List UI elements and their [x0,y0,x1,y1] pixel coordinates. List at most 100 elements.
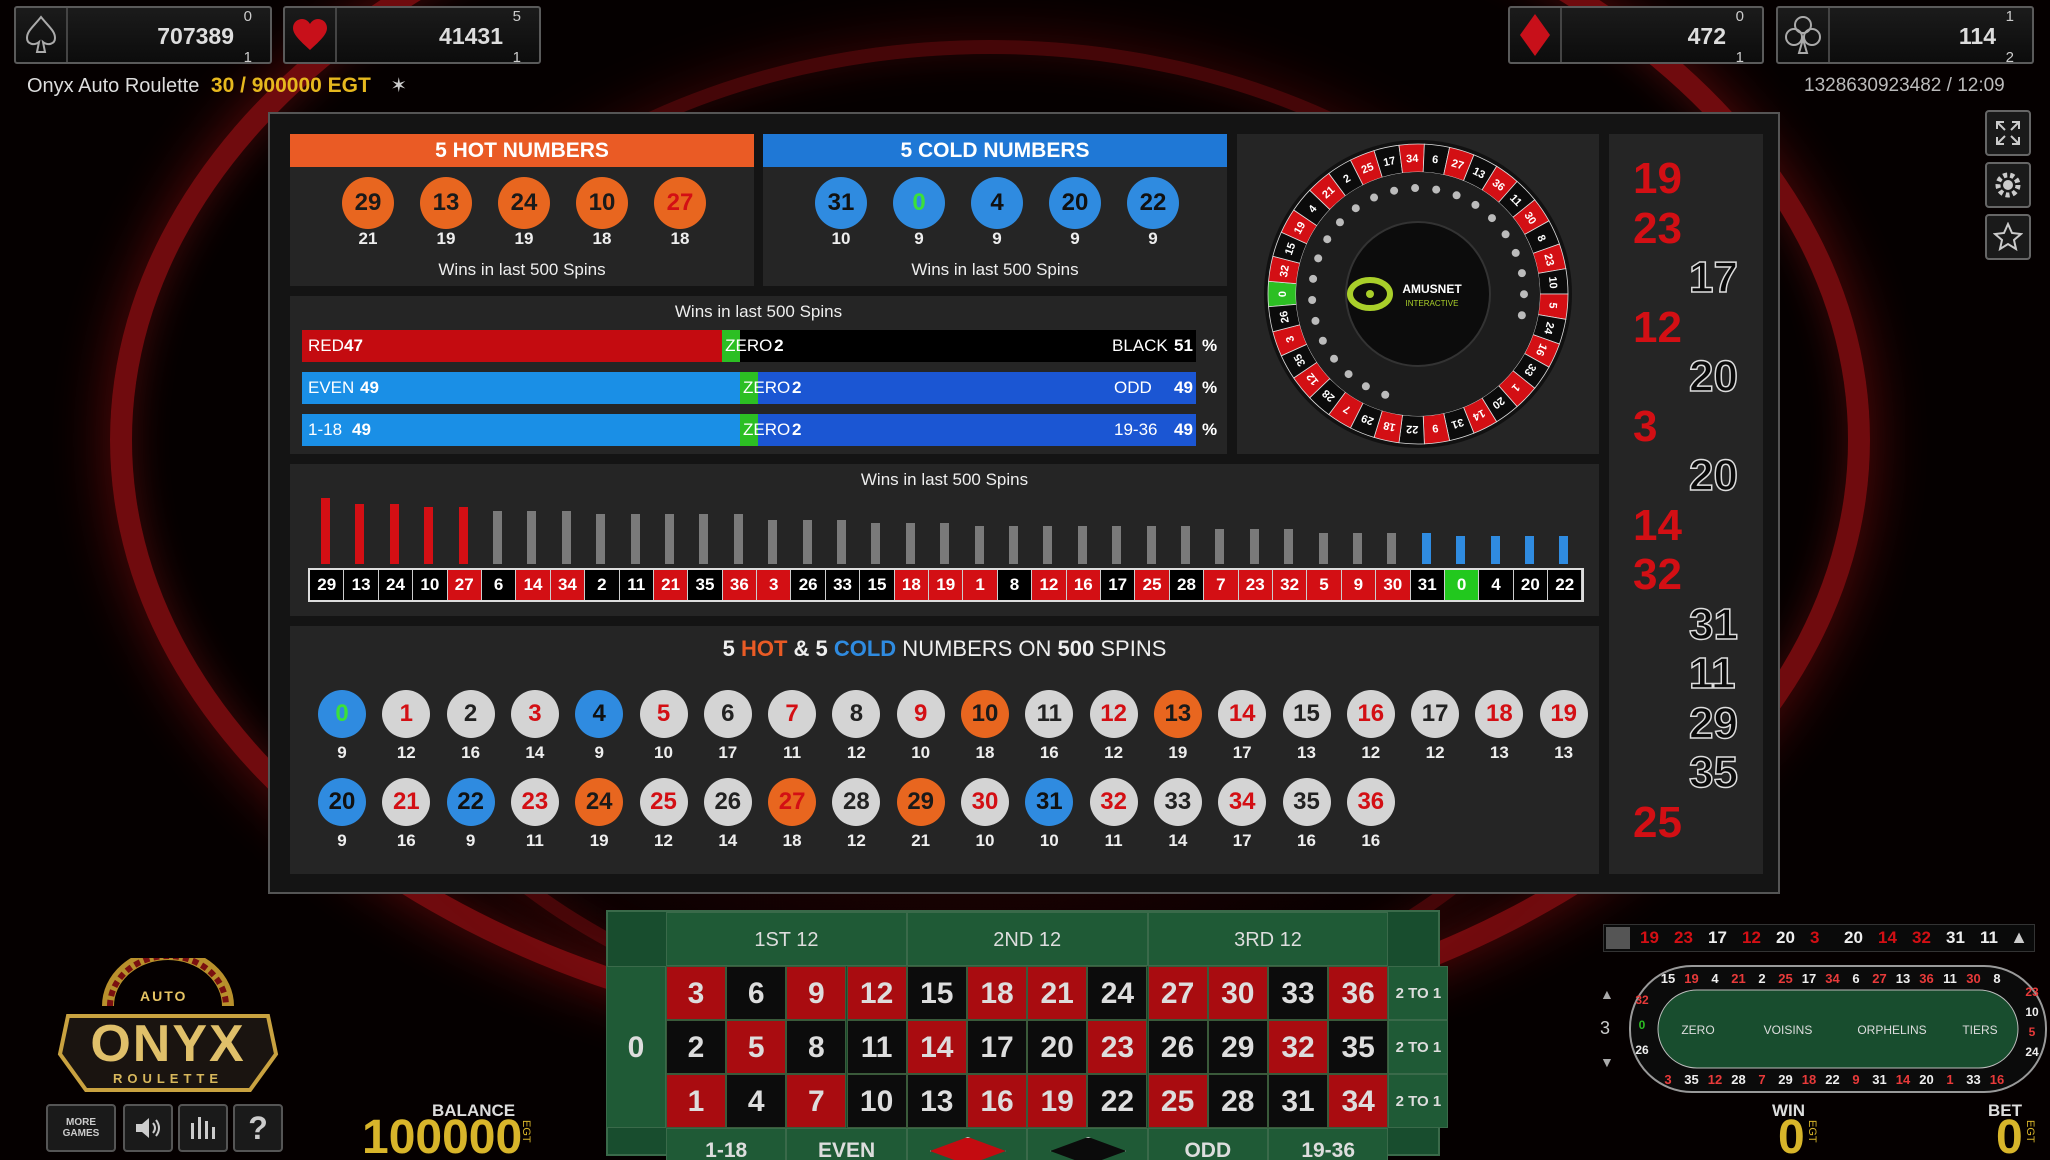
racetrack-number[interactable]: 29 [1778,1072,1792,1087]
table-outside-bet[interactable]: EVEN [786,1128,907,1160]
racetrack-number[interactable]: 21 [1731,971,1745,986]
table-number-32[interactable]: 32 [1268,1020,1328,1074]
racetrack-number[interactable]: 0 [1639,1018,1646,1032]
mini-history-toggle[interactable] [1606,927,1630,949]
racetrack-number[interactable]: 11 [1943,971,1957,986]
table-outside-bet[interactable]: ODD [1147,1128,1268,1160]
racetrack-number[interactable]: 10 [2025,1005,2039,1019]
table-number-23[interactable]: 23 [1087,1020,1148,1074]
table-number-12[interactable]: 12 [846,966,907,1020]
racetrack-number[interactable]: 35 [1684,1072,1698,1087]
racetrack-number[interactable]: 22 [1825,1072,1839,1087]
racetrack-number[interactable]: 33 [1966,1072,1980,1087]
table-outside-bet[interactable] [906,1128,1028,1160]
table-number-3[interactable]: 3 [666,966,726,1020]
table-number-5[interactable]: 5 [726,1020,787,1074]
racetrack-number[interactable]: 27 [1872,971,1886,986]
neighbor-down-icon[interactable]: ▼ [1600,1054,1614,1070]
racetrack-zone-zero[interactable]: ZERO [1681,1023,1714,1037]
table-number-16[interactable]: 16 [967,1074,1027,1128]
table-number-25[interactable]: 25 [1147,1074,1208,1128]
table-column-bet[interactable]: 2 TO 1 [1388,1020,1449,1074]
racetrack-number[interactable]: 15 [1661,971,1675,986]
table-number-4[interactable]: 4 [726,1074,787,1128]
racetrack-zone-voisins[interactable]: VOISINS [1764,1023,1813,1037]
table-column-bet[interactable]: 2 TO 1 [1388,1074,1449,1128]
help-button[interactable]: ? [233,1104,283,1152]
table-number-18[interactable]: 18 [967,966,1027,1020]
racetrack-number[interactable]: 14 [1896,1072,1911,1087]
table-number-26[interactable]: 26 [1147,1020,1208,1074]
racetrack-number[interactable]: 3 [1664,1072,1671,1087]
table-number-33[interactable]: 33 [1268,966,1328,1020]
racetrack-number[interactable]: 25 [1778,971,1792,986]
table-number-9[interactable]: 9 [786,966,847,1020]
racetrack-number[interactable]: 4 [1711,971,1719,986]
racetrack-number[interactable]: 6 [1852,971,1859,986]
racetrack-number[interactable]: 16 [1990,1072,2004,1087]
racetrack-number[interactable]: 28 [1731,1072,1745,1087]
racetrack-number[interactable]: 36 [1919,971,1933,986]
table-number-19[interactable]: 19 [1027,1074,1088,1128]
racetrack-zone-orphelins[interactable]: ORPHELINS [1857,1023,1926,1037]
table-number-29[interactable]: 29 [1207,1020,1268,1074]
table-number-24[interactable]: 24 [1087,966,1148,1020]
racetrack-number[interactable]: 13 [1896,971,1910,986]
table-number-15[interactable]: 15 [906,966,967,1020]
table-number-34[interactable]: 34 [1328,1074,1389,1128]
racetrack-number[interactable]: 5 [2029,1025,2036,1039]
racetrack-number[interactable]: 26 [1635,1043,1649,1057]
settings-button[interactable] [1985,162,2031,208]
racetrack-number[interactable]: 2 [1758,971,1765,986]
table-number-14[interactable]: 14 [906,1020,967,1074]
table-number-1[interactable]: 1 [666,1074,726,1128]
racetrack-number[interactable]: 31 [1872,1072,1886,1087]
racetrack-number[interactable]: 1 [1946,1072,1953,1087]
table-number-22[interactable]: 22 [1087,1074,1148,1128]
table-number-8[interactable]: 8 [786,1020,847,1074]
table-number-36[interactable]: 36 [1328,966,1389,1020]
table-number-6[interactable]: 6 [726,966,787,1020]
table-number-20[interactable]: 20 [1027,1020,1088,1074]
more-games-button[interactable]: MORE GAMES [46,1104,116,1152]
racetrack-number[interactable]: 23 [2025,985,2039,999]
table-number-13[interactable]: 13 [906,1074,967,1128]
table-number-30[interactable]: 30 [1207,966,1268,1020]
table-number-10[interactable]: 10 [846,1074,907,1128]
table-number-17[interactable]: 17 [967,1020,1027,1074]
table-number-11[interactable]: 11 [846,1020,907,1074]
sound-button[interactable] [123,1104,173,1152]
favorite-button[interactable] [1985,214,2031,260]
fullscreen-button[interactable] [1985,110,2031,156]
racetrack-number[interactable]: 7 [1758,1072,1765,1087]
table-outside-bet[interactable]: 1-18 [666,1128,787,1160]
neighbor-up-icon[interactable]: ▲ [1600,986,1614,1002]
racetrack-number[interactable]: 32 [1635,993,1649,1007]
table-dozen-2[interactable]: 2ND 12 [906,912,1148,966]
table-number-7[interactable]: 7 [786,1074,847,1128]
table-number-21[interactable]: 21 [1027,966,1088,1020]
racetrack-number[interactable]: 18 [1802,1072,1816,1087]
racetrack-number[interactable]: 12 [1708,1072,1722,1087]
table-number-31[interactable]: 31 [1268,1074,1328,1128]
racetrack-number[interactable]: 24 [2025,1045,2039,1059]
table-column-bet[interactable]: 2 TO 1 [1388,966,1449,1020]
table-number-27[interactable]: 27 [1147,966,1208,1020]
table-dozen-1[interactable]: 1ST 12 [666,912,907,966]
racetrack-number[interactable]: 8 [1993,971,2000,986]
table-outside-bet[interactable]: 19-36 [1268,1128,1389,1160]
table-outside-bet[interactable] [1027,1128,1148,1160]
racetrack-number[interactable]: 17 [1802,971,1816,986]
racetrack-number[interactable]: 20 [1919,1072,1933,1087]
table-zero[interactable]: 0 [606,966,666,1128]
racetrack-number[interactable]: 9 [1852,1072,1859,1087]
racetrack-number[interactable]: 30 [1966,971,1980,986]
racetrack-number[interactable]: 34 [1825,971,1840,986]
racetrack-zone-tiers[interactable]: TIERS [1962,1023,1997,1037]
table-number-35[interactable]: 35 [1328,1020,1389,1074]
table-dozen-3[interactable]: 3RD 12 [1147,912,1389,966]
table-number-28[interactable]: 28 [1207,1074,1268,1128]
pin-icon[interactable]: ✶ [390,75,407,97]
expand-up-icon[interactable]: ▲ [2010,927,2028,948]
statistics-button[interactable] [178,1104,228,1152]
